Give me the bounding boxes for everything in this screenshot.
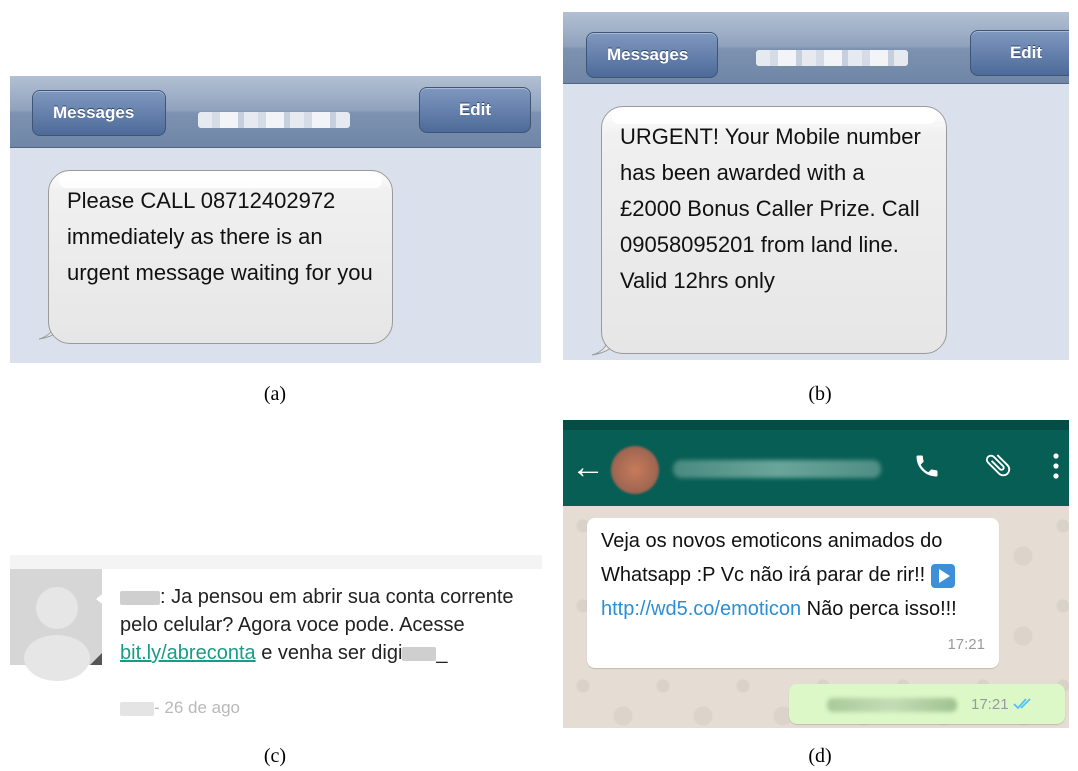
brand-name-redacted — [402, 646, 437, 661]
sms-text-part-3: _ — [436, 642, 448, 664]
carrier-name-redacted — [120, 701, 154, 716]
outgoing-message-bubble: 17:21 — [789, 684, 1065, 724]
outgoing-text-redacted — [827, 698, 957, 712]
incoming-timestamp: 17:21 — [947, 636, 985, 653]
bubble-gloss — [59, 174, 382, 188]
edit-button[interactable]: Edit — [419, 87, 531, 133]
incoming-message-bubble: Please CALL 08712402972 immediately as t… — [48, 170, 393, 344]
caption-d: (d) — [808, 745, 832, 767]
avatar-corner-marker — [90, 653, 102, 665]
more-vert-icon[interactable] — [1051, 452, 1061, 480]
panel-d-whatsapp-chat: ← Veja os novos emoticons animados do Wh… — [563, 420, 1069, 728]
messages-back-button[interactable]: Messages — [586, 32, 718, 78]
caption-c: (c) — [263, 745, 287, 767]
sms-body: : Ja pensou em abrir sua conta corrente … — [120, 583, 540, 667]
incoming-link[interactable]: http://wd5.co/emoticon — [601, 598, 801, 620]
sms-text-part-2: e venha ser digi — [255, 642, 403, 664]
bubble-gloss — [612, 110, 936, 124]
contact-name-redacted[interactable] — [673, 460, 881, 478]
outgoing-timestamp: 17:21 — [971, 696, 1009, 713]
back-button-label: Messages — [607, 45, 689, 64]
avatar-head-shape — [36, 587, 78, 629]
panel-c-android-sms: : Ja pensou em abrir sua conta corrente … — [10, 555, 542, 730]
incoming-text-part-1: Veja os novos emoticons animados do What… — [601, 530, 943, 586]
phone-icon[interactable] — [913, 452, 941, 480]
contact-name-redacted — [756, 50, 908, 66]
message-text: URGENT! Your Mobile number has been awar… — [620, 124, 921, 293]
caption-a: (a) — [263, 383, 287, 405]
sender-name-redacted — [120, 590, 160, 605]
caption-b: (b) — [808, 383, 832, 405]
sms-text-part-1: : Ja pensou em abrir sua conta corrente … — [120, 586, 514, 636]
sms-link[interactable]: bit.ly/abreconta — [120, 642, 256, 664]
message-text: Please CALL 08712402972 immediately as t… — [67, 188, 373, 285]
status-bar — [563, 420, 1069, 430]
contact-avatar-redacted[interactable] — [611, 446, 659, 494]
incoming-text-part-2: Não perca isso!!! — [801, 598, 957, 620]
double-check-icon — [1013, 698, 1031, 710]
edit-button-label: Edit — [1009, 43, 1043, 62]
back-button-label: Messages — [53, 103, 135, 122]
paperclip-icon[interactable] — [983, 450, 1013, 480]
speech-notch-icon — [96, 591, 106, 607]
incoming-message-bubble: URGENT! Your Mobile number has been awar… — [601, 106, 947, 354]
back-arrow-icon[interactable]: ← — [571, 450, 605, 484]
avatar-body-shape — [24, 635, 90, 681]
panel-a-ios-screenshot: Messages Edit Please CALL 08712402972 im… — [10, 76, 541, 363]
incoming-message-bubble: Veja os novos emoticons animados do What… — [587, 518, 999, 668]
edit-button[interactable]: Edit — [970, 30, 1069, 76]
messages-back-button[interactable]: Messages — [32, 90, 166, 136]
contact-name-redacted — [198, 112, 350, 128]
panel-b-ios-screenshot: Messages Edit URGENT! Your Mobile number… — [563, 12, 1069, 360]
sms-meta: - 26 de ago — [120, 698, 240, 718]
contact-avatar — [10, 569, 102, 681]
edit-button-label: Edit — [458, 100, 492, 119]
play-button-icon — [930, 563, 955, 588]
sms-date: - 26 de ago — [154, 698, 241, 717]
